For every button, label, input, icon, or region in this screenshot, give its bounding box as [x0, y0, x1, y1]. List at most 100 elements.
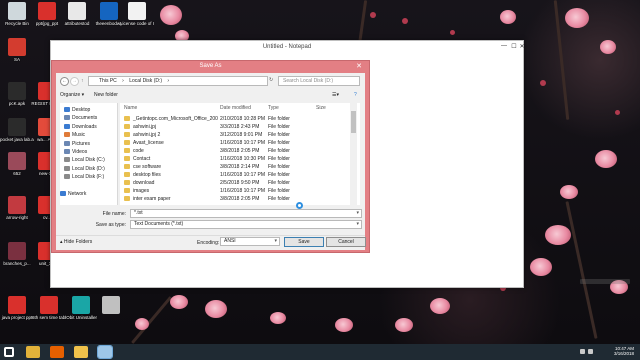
file-row[interactable]: _Getintopc.com_Microsoft_Office_2007_E..…	[120, 115, 352, 123]
file-row[interactable]: desktop files 1/16/2018 10:17 PM File fold…	[120, 171, 352, 179]
nav-tree-item[interactable]: Music	[64, 132, 85, 140]
volume-icon[interactable]	[588, 349, 593, 354]
nav-tree-item[interactable]: Documents	[64, 115, 97, 123]
file-name-cell: desktop files	[124, 172, 218, 178]
cancel-button[interactable]: Cancel	[326, 237, 366, 247]
notepad-icon[interactable]	[97, 345, 113, 359]
dialog-title-bar[interactable]: Save As ✕	[52, 61, 369, 73]
chrome-icon[interactable]	[26, 346, 40, 358]
file-date-cell: 3/12/2018 9:01 PM	[220, 132, 263, 138]
desktop-shortcut[interactable]: java project ppt	[0, 296, 34, 320]
refresh-icon[interactable]: ↻	[269, 77, 273, 83]
save-as-dialog[interactable]: Save As ✕ ← → ↑ This PC › Local Disk (D:…	[51, 60, 370, 253]
start-button-icon[interactable]	[4, 347, 14, 357]
pdf-file-icon	[38, 2, 56, 20]
file-row[interactable]: cse software 3/8/2018 2:14 PM File folder	[120, 163, 352, 171]
hide-folders-label: Hide Folders	[63, 239, 93, 245]
file-explorer-icon[interactable]	[74, 346, 88, 358]
folder-icon	[64, 149, 70, 154]
nav-tree-item[interactable]: Downloads	[64, 123, 97, 132]
nav-tree-item[interactable]: Videos	[64, 149, 87, 157]
column-header-type[interactable]: Type	[268, 105, 279, 111]
desktop-shortcut[interactable]: 652	[0, 152, 34, 176]
file-date-cell: 3/8/2018 2:05 PM	[220, 148, 260, 154]
nav-tree-item[interactable]: Pictures	[64, 140, 91, 149]
forward-button[interactable]: →	[70, 77, 79, 86]
file-type-cell: File folder	[268, 164, 290, 170]
hide-folders-toggle[interactable]: ▴ Hide Folders	[60, 239, 92, 245]
file-row[interactable]: code 3/8/2018 2:05 PM File folder	[120, 147, 352, 155]
dialog-close-button[interactable]: ✕	[353, 62, 365, 71]
nav-tree-item[interactable]: Local Disk (C:)	[64, 157, 105, 165]
desktop-shortcut[interactable]: Recycle Bin	[0, 2, 34, 26]
save-as-type-select[interactable]: Text Documents (*.txt) ▾	[130, 220, 362, 229]
file-name-input[interactable]: *.txt ▾	[130, 209, 362, 218]
desktop-shortcut-label: pcK.apk	[8, 101, 26, 106]
firefox-icon[interactable]	[50, 346, 64, 358]
file-row[interactable]: inter exam paper 3/8/2018 2:05 PM File fol…	[120, 195, 352, 203]
chevron-down-icon[interactable]: ▾	[356, 210, 359, 217]
file-date-cell: 3/8/2018 2:14 PM	[220, 164, 260, 170]
desktop-shortcut[interactable]: 6th sem time table	[32, 296, 66, 320]
breadcrumb-this-pc[interactable]: This PC	[99, 78, 117, 84]
file-name-cell: Avast_license	[124, 140, 218, 146]
file-name-cell: Contact	[124, 156, 218, 162]
chevron-down-icon[interactable]: ▾	[356, 221, 359, 228]
scrollbar-thumb[interactable]	[351, 111, 356, 133]
desktop-shortcut[interactable]: pocket java lab.apk	[0, 118, 34, 142]
folder-icon	[60, 191, 66, 196]
close-button[interactable]: ✕	[517, 43, 527, 50]
desktop-shortcut-label: pocket java lab.apk	[0, 137, 34, 142]
file-row[interactable]: ashwini.jpj 3/3/2018 2:43 PM File folder	[120, 123, 352, 131]
nav-tree-label: Music	[72, 132, 86, 139]
encoding-select[interactable]: ANSI ▾	[220, 237, 280, 246]
nav-tree-item[interactable]: Local Disk (D:)	[64, 165, 105, 174]
column-header-size[interactable]: Size	[316, 105, 326, 111]
desktop-shortcut[interactable]: IObit Uninstaller	[64, 296, 98, 320]
view-options-icon[interactable]: ☰▾	[332, 92, 339, 98]
desktop-shortcut[interactable]: arrow-right	[0, 196, 34, 220]
desktop-shortcut[interactable]: attributestod	[60, 2, 94, 26]
nav-tree-item[interactable]: Local Disk (F:)	[64, 174, 104, 182]
file-row[interactable]: download 2/5/2018 9:50 PM File folder	[120, 179, 352, 187]
desktop-shortcut[interactable]: branches_p...	[0, 242, 34, 266]
file-type-cell: File folder	[268, 188, 290, 194]
file-list-scrollbar[interactable]	[350, 103, 357, 205]
file-type-cell: File folder	[268, 180, 290, 186]
file-name-label: File name:	[102, 211, 126, 217]
nav-tree-label: Downloads	[72, 123, 97, 130]
encoding-label: Encoding:	[197, 240, 220, 246]
nav-tree-item[interactable]: Desktop	[64, 107, 90, 115]
search-input[interactable]: Search Local Disk (D:)	[278, 76, 360, 86]
desktop-shortcut[interactable]: pcK.apk	[0, 82, 34, 106]
network-icon[interactable]	[580, 349, 585, 354]
address-bar[interactable]: This PC › Local Disk (D:) ›	[88, 76, 268, 86]
notepad-title-bar[interactable]: Untitled - Notepad — ☐ ✕	[51, 41, 525, 55]
up-button[interactable]: ↑	[81, 78, 84, 84]
nav-tree-item[interactable]: Network	[60, 191, 86, 199]
minimize-button[interactable]: —	[499, 43, 509, 49]
nav-tree-label: Pictures	[72, 140, 91, 147]
new-folder-button[interactable]: New folder	[94, 92, 118, 98]
system-clock[interactable]: 10:47 AM 3/16/2018	[604, 346, 634, 356]
column-header-name[interactable]: Name	[124, 105, 137, 111]
column-header-date[interactable]: Date modified	[220, 105, 251, 111]
desktop-shortcut[interactable]: ppt/jpg_ppt	[30, 2, 64, 26]
save-button[interactable]: Save	[284, 237, 324, 247]
file-row[interactable]: Avast_license 1/16/2018 10:17 PM File fold…	[120, 139, 352, 147]
desktop-shortcut[interactable]: SA	[0, 38, 34, 62]
folder-icon	[64, 157, 70, 163]
chevron-down-icon[interactable]: ▾	[274, 238, 277, 245]
back-button[interactable]: ←	[60, 77, 69, 86]
file-row[interactable]: images 1/16/2018 10:17 PM File folder	[120, 187, 352, 195]
desktop-shortcut-label: ppt/jpg_ppt	[35, 21, 59, 26]
desktop-shortcut[interactable]: License code of IObit Uni...	[120, 2, 154, 26]
desktop-shortcut[interactable]	[94, 296, 128, 315]
breadcrumb-local-disk-d[interactable]: Local Disk (D:)	[129, 78, 162, 84]
file-row[interactable]: Contact 1/16/2018 10:30 PM File folder	[120, 155, 352, 163]
help-icon[interactable]: ?	[354, 92, 357, 98]
clock-date: 3/16/2018	[613, 351, 634, 356]
file-row[interactable]: ashwini.jpj 2 3/12/2018 9:01 PM File folde…	[120, 131, 352, 139]
organize-button[interactable]: Organize ▾	[60, 92, 84, 98]
breadcrumb-separator: ›	[122, 78, 124, 84]
